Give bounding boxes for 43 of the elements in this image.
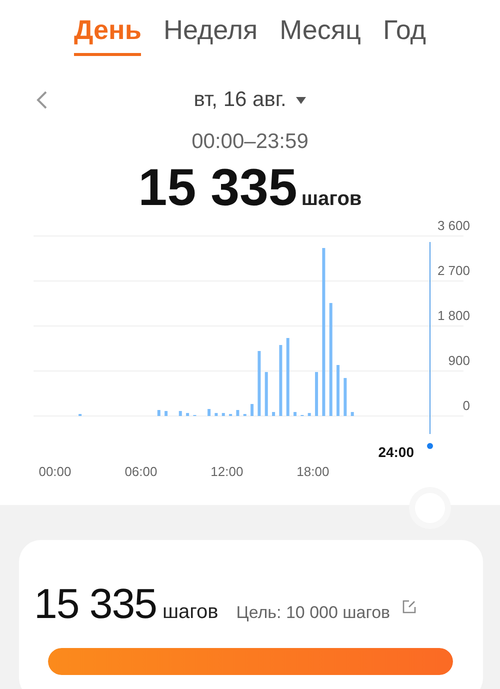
step-bar: [279, 345, 282, 416]
date-selector[interactable]: вт, 16 авг.: [194, 88, 306, 112]
step-bar: [186, 413, 190, 416]
step-bar: [344, 378, 347, 416]
step-bar: [336, 365, 340, 416]
y-axis-label: 3 600: [437, 218, 470, 233]
step-bar: [178, 411, 182, 416]
y-axis-label: 2 700: [437, 263, 470, 278]
x-axis-label: 18:00: [296, 464, 330, 479]
step-bar: [350, 412, 354, 416]
step-bar: [236, 410, 240, 416]
step-bar: [164, 411, 168, 416]
step-unit: шагов: [162, 601, 218, 624]
step-bar: [264, 372, 268, 416]
step-bar: [250, 404, 254, 416]
step-unit: шагов: [301, 188, 362, 211]
period-tab[interactable]: Год: [383, 14, 426, 56]
step-bar: [258, 351, 261, 416]
cursor-time: 24:00: [378, 444, 414, 460]
edit-icon[interactable]: [402, 600, 416, 614]
goal-label: Цель: 10 000 шагов: [236, 603, 390, 623]
step-bar: [222, 413, 225, 416]
y-axis-label: 1 800: [437, 308, 470, 323]
time-range: 00:00–23:59: [190, 130, 310, 154]
caret-icon: [296, 96, 306, 104]
x-axis-label: 12:00: [210, 464, 244, 479]
step-bar: [157, 410, 160, 416]
step-count: 15 335: [138, 158, 298, 218]
step-bar: [214, 413, 218, 416]
period-tab[interactable]: Неделя: [163, 14, 258, 56]
y-axis-label: 900: [448, 353, 470, 368]
x-axis-label: 06:00: [124, 464, 158, 479]
back-icon[interactable]: [36, 90, 48, 110]
x-axis-label: 00:00: [38, 464, 72, 479]
y-axis-label: 0: [462, 398, 470, 413]
cursor-dot: [427, 443, 433, 449]
step-bar: [315, 372, 318, 416]
step-bar: [294, 412, 297, 416]
step-bar: [208, 409, 211, 416]
step-bar: [308, 413, 311, 416]
step-count: 15 335: [34, 580, 156, 628]
period-tab[interactable]: Месяц: [280, 14, 362, 56]
step-bar: [272, 412, 276, 416]
